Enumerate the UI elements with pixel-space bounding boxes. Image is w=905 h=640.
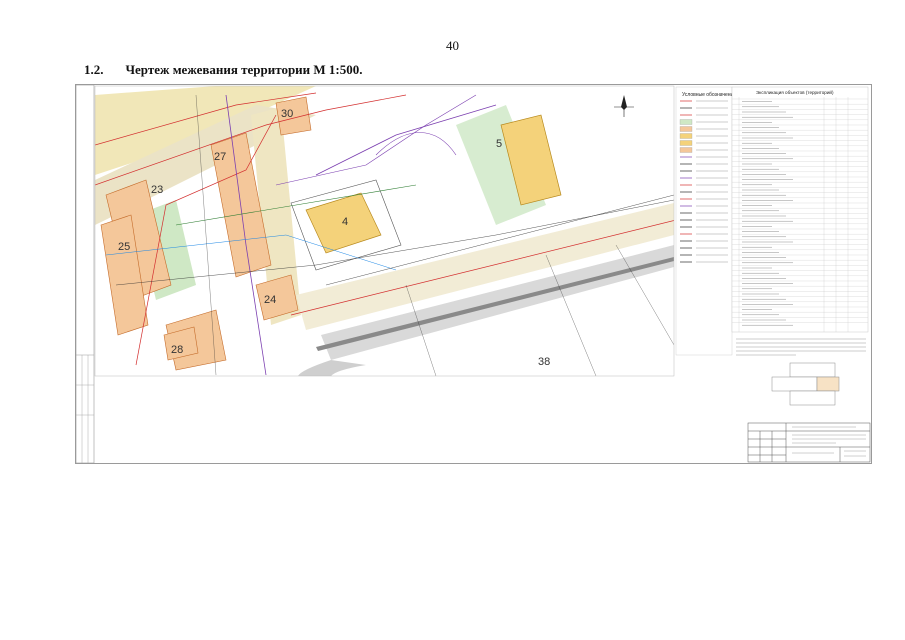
legend-panel: Условные обозначения <box>675 86 736 356</box>
block-label: 5 <box>496 138 502 150</box>
block-label: 24 <box>264 294 276 306</box>
block-label: 30 <box>281 108 293 120</box>
legend-swatch <box>679 140 693 146</box>
section-heading: 1.2. Чертеж межевания территории М 1:500. <box>84 62 363 78</box>
legend-swatch <box>679 133 693 139</box>
block-label: 27 <box>214 151 226 163</box>
section-number: 1.2. <box>84 62 104 77</box>
map-area: 30 27 23 25 28 24 4 5 38 <box>94 85 675 377</box>
table-title: Экспликация объектов (территорий) <box>756 89 834 95</box>
block-label: 38 <box>538 356 550 368</box>
north-arrow-icon <box>614 95 634 117</box>
block-label: 28 <box>171 344 183 356</box>
curved-road <box>298 360 366 376</box>
legend-swatch <box>679 147 693 153</box>
notes <box>736 338 866 356</box>
page-number: 40 <box>446 38 459 53</box>
surveying-drawing: 30 27 23 25 28 24 4 5 38 Условные обозна… <box>75 84 872 464</box>
legend-swatch <box>679 119 693 125</box>
binding-strip <box>76 85 95 463</box>
block-label: 23 <box>151 184 163 196</box>
explication-table: Экспликация объектов (территорий) <box>731 86 869 333</box>
legend-swatch <box>679 126 693 132</box>
legend-title: Условные обозначения <box>682 92 736 98</box>
block-label: 25 <box>118 241 130 253</box>
sheet-key-plan <box>771 362 840 406</box>
section-title: Чертеж межевания территории М 1:500. <box>125 62 363 77</box>
title-block-text <box>792 426 866 457</box>
block-label: 4 <box>342 216 348 228</box>
drawing-canvas: 30 27 23 25 28 24 4 5 38 Условные обозна… <box>76 85 871 463</box>
